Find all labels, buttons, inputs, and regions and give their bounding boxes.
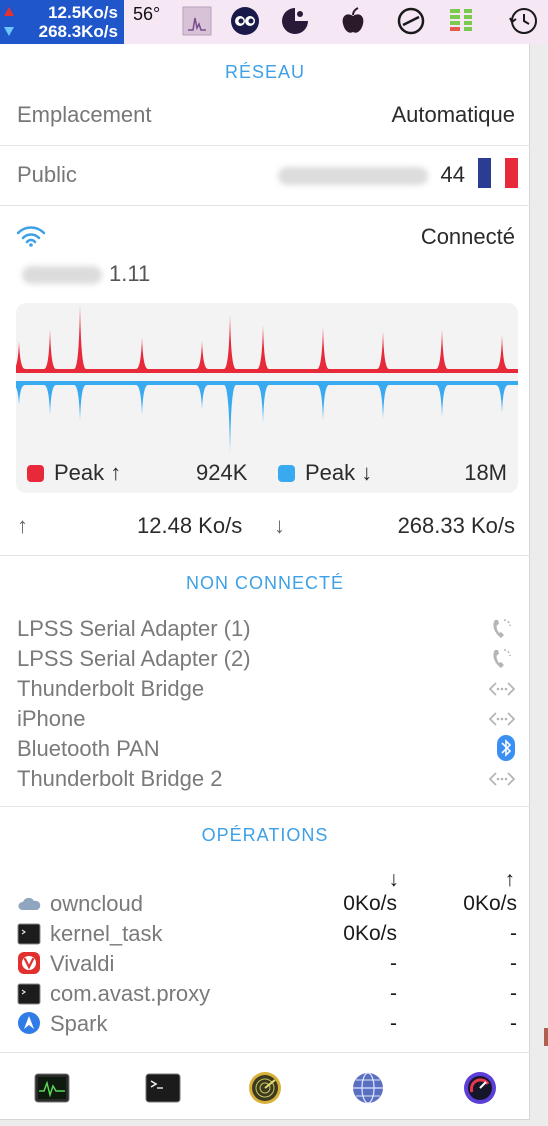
terminal-icon [17,923,41,945]
process-download: - [390,952,397,975]
interface-item[interactable]: LPSS Serial Adapter (1) [17,616,251,642]
bluetooth-icon [497,735,515,761]
location-label: Emplacement [17,102,152,127]
divider [0,555,530,556]
ethernet-icon [487,766,517,792]
public-ip-tail[interactable]: 44 [441,162,465,188]
local-ip-tail[interactable]: 1.11 [109,261,150,287]
process-download: 0Ko/s [343,892,397,915]
process-download: - [390,982,397,1005]
temperature-readout[interactable]: 56° [133,4,160,25]
network-section-title: RÉSEAU [224,62,306,82]
time-machine-icon[interactable] [508,6,538,36]
process-download: 0Ko/s [343,922,397,945]
terminal-icon [17,983,41,1005]
upload-arrow-icon [4,7,14,16]
spark-icon [17,1011,41,1034]
activity-monitor-icon[interactable] [34,1071,70,1105]
process-upload: - [510,1012,517,1035]
interface-item[interactable]: iPhone [17,706,86,732]
ethernet-icon [487,676,517,702]
divider [0,145,530,146]
location-value[interactable]: Automatique [391,102,515,128]
phone-icon [487,646,517,672]
download-arrow-icon [4,27,14,36]
apple-icon[interactable] [338,6,368,36]
background-window-edge [544,1028,548,1046]
interface-item[interactable]: Thunderbolt Bridge 2 [17,766,222,792]
legend-upload-label: Peak ↑ [54,460,122,485]
download-rate-value: 268.33 Ko/s [397,513,515,538]
column-download-header: ↓ [388,868,400,891]
activity-graph-icon[interactable] [182,6,212,36]
gauge-icon[interactable] [396,6,426,36]
wifi-icon [16,224,46,248]
process-name[interactable]: Vivaldi [50,951,114,977]
process-upload: - [510,952,517,975]
france-flag-icon [478,158,518,188]
ethernet-icon [487,706,517,732]
interface-item[interactable]: Thunderbolt Bridge [17,676,204,702]
bottom-toolbar [0,1052,530,1120]
upload-rate-arrow-icon: ↑ [17,513,28,538]
menu-bar: 12.5Ko/s 268.3Ko/s 56° [0,0,548,44]
process-upload: - [510,922,517,945]
menubar-download-rate: 268.3Ko/s [38,22,118,41]
upload-rate-value: 12.48 Ko/s [137,513,243,538]
legend-download-swatch [278,465,295,482]
radar-icon[interactable] [247,1071,283,1105]
wifi-status: Connecté [420,224,515,249]
process-upload: - [510,982,517,1005]
column-upload-header: ↑ [504,868,516,891]
cloud-icon [17,894,41,916]
process-download: - [390,1012,397,1035]
terminal-icon[interactable] [145,1071,181,1105]
legend-upload-value: 924K [196,460,248,485]
legend-upload-swatch [27,465,44,482]
vpn-eyes-icon[interactable] [230,6,260,36]
divider [0,205,530,206]
process-name[interactable]: owncloud [50,891,143,917]
process-name[interactable]: com.avast.proxy [50,981,210,1007]
operations-section-title: OPÉRATIONS [201,825,329,845]
vivaldi-icon [17,951,41,974]
phone-icon [487,616,517,642]
network-meter[interactable]: 12.5Ko/s 268.3Ko/s [0,0,124,44]
not-connected-section-title: NON CONNECTÉ [185,573,344,593]
redacted-local-ip [22,266,102,284]
interface-item[interactable]: Bluetooth PAN [17,736,160,762]
divider [0,806,530,807]
network-globe-icon[interactable] [350,1071,386,1105]
traffic-graph: Peak ↑ 924K Peak ↓ 18M [16,303,518,493]
upload-series-area [16,305,518,373]
download-series-area [16,381,518,453]
process-name[interactable]: kernel_task [50,921,163,947]
moon-pie-icon[interactable] [280,6,310,36]
battery-bars-icon[interactable] [446,6,476,36]
redacted-public-ip [278,167,428,185]
download-rate-arrow-icon: ↓ [274,513,285,538]
menubar-upload-rate: 12.5Ko/s [48,3,118,22]
public-label: Public [17,162,77,187]
process-upload: 0Ko/s [463,892,517,915]
network-popover: RÉSEAU Emplacement Automatique Public 44… [0,44,530,1120]
interface-item[interactable]: LPSS Serial Adapter (2) [17,646,251,672]
process-name[interactable]: Spark [50,1011,107,1037]
legend-download-value: 18M [464,460,507,485]
legend-download-label: Peak ↓ [305,460,373,485]
speedometer-icon[interactable] [462,1071,498,1105]
